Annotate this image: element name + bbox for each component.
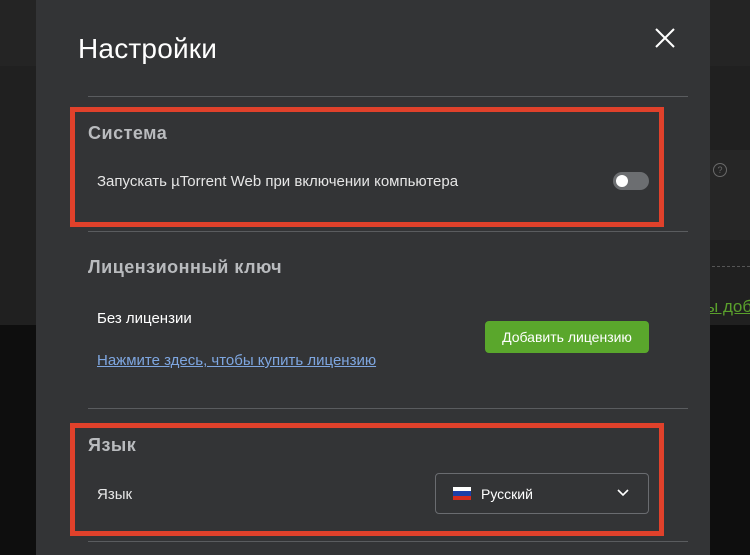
close-button[interactable] <box>650 23 680 53</box>
chevron-down-icon <box>617 489 629 497</box>
help-icon: ? <box>713 163 727 177</box>
buy-license-link[interactable]: Нажмите здесь, чтобы купить лицензию <box>97 352 376 369</box>
language-label: Язык <box>97 486 133 503</box>
toggle-knob <box>616 175 628 187</box>
startup-label: Запускать µTorrent Web при включении ком… <box>97 173 459 190</box>
language-select-value: Русский <box>481 486 533 502</box>
section-title-language: Язык <box>88 435 137 455</box>
section-title-license: Лицензионный ключ <box>88 257 283 277</box>
modal-title: Настройки <box>78 33 218 64</box>
license-status: Без лицензии <box>97 310 192 327</box>
divider <box>88 408 688 409</box>
divider <box>88 231 688 232</box>
russia-flag-icon <box>453 487 471 500</box>
divider <box>88 541 688 542</box>
language-select[interactable]: Русский <box>435 473 649 514</box>
close-icon <box>655 28 675 48</box>
background-link: ы доб <box>706 297 750 316</box>
section-title-system: Система <box>88 123 168 143</box>
settings-modal: Настройки Система Запускать µTorrent Web… <box>36 0 710 555</box>
background-panel <box>705 150 750 240</box>
startup-toggle[interactable] <box>613 172 649 190</box>
background-divider <box>712 266 750 267</box>
add-license-button[interactable]: Добавить лицензию <box>485 321 649 353</box>
divider <box>88 96 688 97</box>
